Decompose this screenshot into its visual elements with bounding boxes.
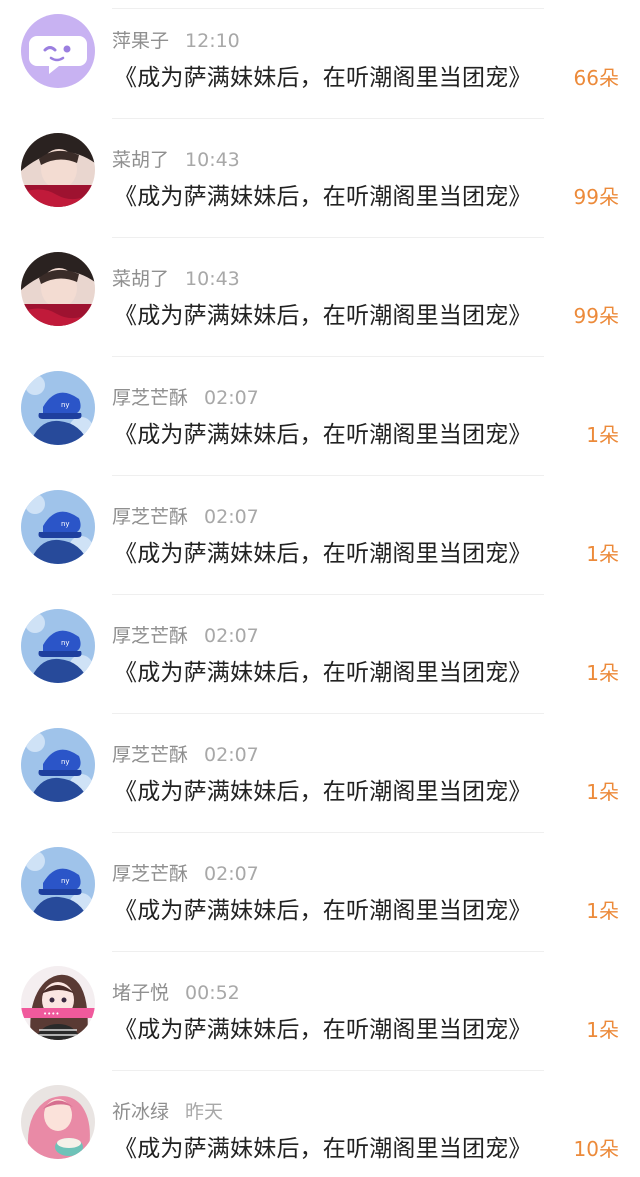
book-title: 《成为萨满妹妹后，在听潮阁里当团宠》 [114,660,532,686]
flower-count: 99朵 [573,185,619,209]
list-item[interactable]: 祈冰绿 昨天 《成为萨满妹妹后，在听潮阁里当团宠》 10朵 [0,1071,640,1177]
sender-name: 厚芝芒酥 02:07 [112,506,259,528]
flower-count: 66朵 [573,66,619,90]
blue-cap-avatar-icon: ny [21,728,95,802]
book-title: 《成为萨满妹妹后，在听潮阁里当团宠》 [114,65,532,91]
timestamp: 12:10 [185,30,240,52]
blue-cap-avatar-icon: ny [21,490,95,564]
svg-text:ny: ny [61,639,70,647]
svg-text:ny: ny [61,758,70,766]
flower-count: 1朵 [586,542,619,566]
sender-name: 菜胡了 10:43 [112,268,240,290]
list-item[interactable]: ny 厚芝芒酥 02:07 《成为萨满妹妹后，在听潮阁里当团宠》 1朵 [0,833,640,952]
timestamp: 00:52 [185,982,240,1004]
svg-text:••••: •••• [43,1010,60,1018]
timestamp: 02:07 [204,625,259,647]
male-portrait-avatar-icon [21,133,95,207]
list-item[interactable]: 萍果子 12:10 《成为萨满妹妹后，在听潮阁里当团宠》 66朵 [0,0,640,119]
avatar[interactable]: ny [21,609,95,683]
blue-cap-avatar-icon: ny [21,847,95,921]
flower-count: 1朵 [586,661,619,685]
gift-record-list: 萍果子 12:10 《成为萨满妹妹后，在听潮阁里当团宠》 66朵 菜胡了 10:43… [0,0,640,1177]
svg-text:ny: ny [61,520,70,528]
sender-name: 祈冰绿 昨天 [112,1101,224,1123]
avatar[interactable]: •••• [21,966,95,1040]
timestamp: 10:43 [185,268,240,290]
timestamp: 02:07 [204,744,259,766]
list-item[interactable]: ny 厚芝芒酥 02:07 《成为萨满妹妹后，在听潮阁里当团宠》 1朵 [0,476,640,595]
avatar[interactable] [21,252,95,326]
sender-name: 菜胡了 10:43 [112,149,240,171]
list-item[interactable]: 菜胡了 10:43 《成为萨满妹妹后，在听潮阁里当团宠》 99朵 [0,119,640,238]
avatar[interactable]: ny [21,728,95,802]
sender-name: 堵子悦 00:52 [112,982,240,1004]
flower-count: 1朵 [586,1018,619,1042]
flower-count: 1朵 [586,780,619,804]
svg-text:ny: ny [61,877,70,885]
list-item[interactable]: ny 厚芝芒酥 02:07 《成为萨满妹妹后，在听潮阁里当团宠》 1朵 [0,714,640,833]
avatar[interactable] [21,14,95,88]
book-title: 《成为萨满妹妹后，在听潮阁里当团宠》 [114,184,532,210]
anime-girl-avatar-icon: •••• [21,966,95,1040]
blue-cap-avatar-icon: ny [21,609,95,683]
sender-name: 萍果子 12:10 [112,30,240,52]
avatar[interactable]: ny [21,490,95,564]
book-title: 《成为萨满妹妹后，在听潮阁里当团宠》 [114,422,532,448]
book-title: 《成为萨满妹妹后，在听潮阁里当团宠》 [114,779,532,805]
timestamp: 02:07 [204,863,259,885]
male-portrait-avatar-icon [21,252,95,326]
sender-name: 厚芝芒酥 02:07 [112,387,259,409]
avatar[interactable] [21,1085,95,1159]
avatar[interactable] [21,133,95,207]
list-item[interactable]: ny 厚芝芒酥 02:07 《成为萨满妹妹后，在听潮阁里当团宠》 1朵 [0,357,640,476]
flower-count: 1朵 [586,423,619,447]
book-title: 《成为萨满妹妹后，在听潮阁里当团宠》 [114,898,532,924]
blue-cap-avatar-icon: ny [21,371,95,445]
flower-count: 1朵 [586,899,619,923]
flower-count: 10朵 [573,1137,619,1161]
avatar[interactable]: ny [21,847,95,921]
timestamp: 昨天 [185,1101,224,1123]
svg-text:ny: ny [61,401,70,409]
avatar[interactable]: ny [21,371,95,445]
list-item[interactable]: 菜胡了 10:43 《成为萨满妹妹后，在听潮阁里当团宠》 99朵 [0,238,640,357]
list-item[interactable]: ny 厚芝芒酥 02:07 《成为萨满妹妹后，在听潮阁里当团宠》 1朵 [0,595,640,714]
flower-count: 99朵 [573,304,619,328]
smiley-bubble-avatar-icon [21,14,95,88]
list-item[interactable]: •••• 堵子悦 00:52 《成为萨满妹妹后，在听潮阁里当团宠》 1朵 [0,952,640,1071]
book-title: 《成为萨满妹妹后，在听潮阁里当团宠》 [114,1136,532,1162]
book-title: 《成为萨满妹妹后，在听潮阁里当团宠》 [114,303,532,329]
timestamp: 02:07 [204,387,259,409]
book-title: 《成为萨满妹妹后，在听潮阁里当团宠》 [114,1017,532,1043]
timestamp: 10:43 [185,149,240,171]
pink-hair-girl-avatar-icon [21,1085,95,1159]
sender-name: 厚芝芒酥 02:07 [112,625,259,647]
sender-name: 厚芝芒酥 02:07 [112,863,259,885]
book-title: 《成为萨满妹妹后，在听潮阁里当团宠》 [114,541,532,567]
sender-name: 厚芝芒酥 02:07 [112,744,259,766]
timestamp: 02:07 [204,506,259,528]
